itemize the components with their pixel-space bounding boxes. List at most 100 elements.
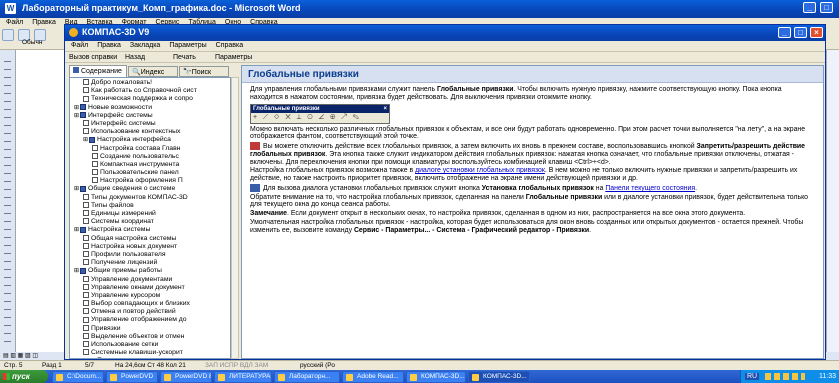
kompas-menu-options[interactable]: Параметры: [169, 42, 206, 49]
tab-index[interactable]: 🔍Индекс: [128, 66, 178, 77]
expand-icon[interactable]: ⊞: [74, 113, 79, 119]
tree-item[interactable]: Настройка оформления П: [72, 177, 228, 185]
task-adobe-reader[interactable]: Adobe Read...: [342, 371, 404, 383]
tree-item[interactable]: Техническая поддержка и сопро: [72, 95, 228, 103]
paragraph-7: Замечание. Если документ открыт в нескол…: [250, 210, 809, 218]
task-documents[interactable]: C:\Docum...: [52, 371, 104, 383]
tree-item[interactable]: Выбор совпадающих и близких: [72, 300, 228, 308]
tree-item[interactable]: Типы файлов: [72, 202, 228, 210]
tab-search[interactable]: 🔭Поиск: [179, 66, 229, 77]
kompas-menu-bookmark[interactable]: Закладка: [130, 42, 160, 49]
task-powerdvd8[interactable]: PowerDVD 8: [160, 371, 212, 383]
expand-icon[interactable]: ⊞: [83, 137, 88, 143]
word-menu-file[interactable]: Файл: [6, 19, 23, 26]
hide-help-button[interactable]: Вызов справки: [69, 52, 117, 64]
tree-item[interactable]: Выделение объектов и отмен: [72, 333, 228, 341]
book-icon: [80, 226, 87, 233]
tree-item[interactable]: ⊞ Настройка интерфейса: [72, 136, 228, 144]
start-button[interactable]: пуск: [0, 370, 48, 383]
word-view-buttons[interactable]: ▤ ▥ ▦ ▧ ◫: [0, 352, 48, 360]
taskbar: пуск C:\Docum... PowerDVD PowerDVD 8 ЛИТ…: [0, 370, 839, 383]
new-document-icon[interactable]: [2, 29, 14, 41]
p5-text-a: Для вызова диалога установки глобальных …: [263, 184, 482, 192]
tree-item[interactable]: Управление окнами документ: [72, 284, 228, 292]
tree-item[interactable]: Интерфейс системы: [72, 120, 228, 128]
book-icon: [80, 185, 87, 192]
expand-icon[interactable]: ⊞: [74, 227, 79, 233]
print-button[interactable]: Печать: [173, 52, 196, 64]
tree-item[interactable]: Компактная инструмента: [72, 161, 228, 169]
tree-item[interactable]: Управление документами: [72, 276, 228, 284]
snaps-dialog-link[interactable]: диалоге установки глобальных привязок: [415, 167, 545, 174]
tree-scrollbar[interactable]: [231, 77, 239, 359]
word-vertical-scrollbar[interactable]: [826, 50, 839, 352]
word-minimize-button[interactable]: _: [803, 2, 816, 13]
expand-icon[interactable]: ⊞: [74, 268, 79, 274]
tree-item[interactable]: Настройка новых документ: [72, 243, 228, 251]
tree-item[interactable]: Единицы измерений: [72, 210, 228, 218]
tree-item-label: Общие сведения о системе: [88, 185, 176, 193]
kompas-menu-help[interactable]: Справка: [216, 42, 243, 49]
task-kompas-2[interactable]: КОМПАС-3D...: [468, 371, 530, 383]
tree-item[interactable]: ⊞ Настройка системы: [72, 226, 228, 234]
tree-item-label: Использование сетки: [91, 341, 159, 348]
tree-item[interactable]: ⊞ Общие приемы работы: [72, 267, 228, 275]
tree-item[interactable]: Привязки: [72, 325, 228, 333]
tree-item-label: Отмена и повтор действий: [91, 308, 176, 316]
tree-item[interactable]: Управление курсором: [72, 292, 228, 300]
kompas-menu-edit[interactable]: Правка: [97, 42, 121, 49]
tree-item[interactable]: Настройка состава Главн: [72, 145, 228, 153]
tree-item-label: Интерфейс системы: [91, 119, 156, 127]
tree-item-label: Техническая поддержка и сопро: [91, 95, 193, 103]
tree-item[interactable]: ⊞ Принципы ввода и редактиро: [72, 357, 228, 359]
expand-icon[interactable]: ⊞: [74, 186, 79, 192]
tree-item[interactable]: Отмена и повтор действий: [72, 308, 228, 316]
tree-item[interactable]: ⊞ Новые возможности: [72, 104, 228, 112]
tree-item[interactable]: Системы координат: [72, 218, 228, 226]
tree-item[interactable]: Управление отображением до: [72, 316, 228, 324]
tree-item[interactable]: Использование сетки: [72, 341, 228, 349]
tree-item-label: Новые возможности: [88, 103, 153, 111]
tree-item[interactable]: ⊞ Общие сведения о системе: [72, 185, 228, 193]
panel-close-icon[interactable]: ×: [383, 105, 387, 113]
back-button[interactable]: Назад: [125, 52, 145, 64]
word-menu-edit[interactable]: Правка: [32, 19, 56, 26]
task-kompas-1[interactable]: КОМПАС-3D...: [406, 371, 466, 383]
word-maximize-button[interactable]: □: [820, 2, 833, 13]
task-powerdvd[interactable]: PowerDVD: [106, 371, 158, 383]
page-icon: [83, 308, 89, 315]
snaps-panel-buttons[interactable]: + ⟋ ◇ ✕ ⊥ ⊙ ∠ ⊕ ↗ ✎: [251, 113, 389, 123]
tree-item[interactable]: Создание пользовательс: [72, 153, 228, 161]
tree-item[interactable]: ⊞ Интерфейс системы: [72, 112, 228, 120]
start-label: пуск: [12, 372, 30, 381]
tree-item[interactable]: Как работать со Справочной сист: [72, 87, 228, 95]
tree-item[interactable]: Пользовательские панел: [72, 169, 228, 177]
tree-item[interactable]: Получение лицензий: [72, 259, 228, 267]
tree-item-label: Привязки: [91, 324, 121, 332]
tree-item[interactable]: Системные клавиши-ускорит: [72, 349, 228, 357]
word-app-icon: W: [5, 3, 16, 14]
book-icon: [89, 357, 96, 358]
expand-icon[interactable]: ⊞: [74, 105, 79, 111]
status-panel-link[interactable]: Панели текущего состояния: [605, 185, 695, 192]
kompas-maximize-button[interactable]: □: [794, 27, 807, 38]
style-box[interactable]: Обычн: [22, 39, 42, 46]
kompas-close-button[interactable]: ×: [810, 27, 823, 38]
tree-item[interactable]: Использование контекстных: [72, 128, 228, 136]
task-literatura[interactable]: ЛИТЕРАТУРА: [214, 371, 272, 383]
options-button[interactable]: Параметры: [215, 52, 252, 64]
word-vertical-ruler: [0, 50, 16, 352]
task-laboratorn[interactable]: Лабораторн...: [274, 371, 340, 383]
page-icon: [83, 300, 89, 307]
tree-item[interactable]: Добро пожаловать!: [72, 79, 228, 87]
tree-item[interactable]: Типы документов КОМПАС-3D: [72, 194, 228, 202]
expand-icon[interactable]: ⊞: [83, 358, 88, 359]
language-indicator[interactable]: RU: [745, 373, 760, 380]
tree-item[interactable]: Общая настройка системы: [72, 235, 228, 243]
tree-item-label: Настройка состава Главн: [100, 144, 181, 152]
kompas-menu-file[interactable]: Файл: [71, 42, 88, 49]
tree-item-label: Системные клавиши-ускорит: [91, 349, 183, 357]
tab-contents[interactable]: Содержание: [69, 65, 127, 77]
tree-item[interactable]: Профили пользователя: [72, 251, 228, 259]
kompas-minimize-button[interactable]: _: [778, 27, 791, 38]
